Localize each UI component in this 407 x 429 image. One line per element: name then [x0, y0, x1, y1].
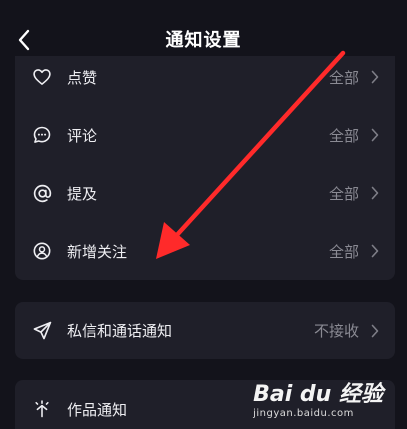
- messages-calls-card: 私信和通话通知 不接收: [15, 302, 395, 359]
- setting-row-mentions[interactable]: 提及 全部: [15, 164, 395, 222]
- notification-settings-screen: 通知设置 点赞 全部 评论 全部 提及 全部 新增关注 全部 私信和通话通知 不…: [0, 0, 407, 429]
- chevron-right-icon: [369, 185, 381, 201]
- setting-row-new-followers[interactable]: 新增关注 全部: [15, 222, 395, 280]
- chevron-right-icon: [369, 243, 381, 259]
- setting-value-messages-calls: 不接收: [313, 322, 359, 340]
- setting-value-comments: 全部: [328, 126, 359, 145]
- setting-label-likes: 点赞: [67, 68, 98, 87]
- user-circle-icon: [31, 240, 53, 262]
- watermark-logo: Bai du 经验: [253, 382, 383, 407]
- send-icon: [31, 320, 53, 342]
- setting-value-new-followers: 全部: [328, 242, 359, 261]
- setting-label-mentions: 提及: [67, 184, 98, 203]
- setting-row-comments[interactable]: 评论 全部: [15, 106, 395, 164]
- setting-label-messages-calls: 私信和通话通知: [67, 322, 173, 340]
- chevron-right-icon: [369, 69, 381, 85]
- chevron-right-icon: [369, 323, 381, 339]
- setting-label-new-followers: 新增关注: [67, 242, 128, 261]
- sparkle-icon: [31, 398, 53, 420]
- watermark-url: jingyan.baidu.com: [253, 408, 354, 419]
- setting-value-mentions: 全部: [328, 184, 359, 203]
- setting-value-likes: 全部: [328, 68, 359, 87]
- setting-row-messages-calls[interactable]: 私信和通话通知 不接收: [15, 302, 395, 359]
- setting-row-likes[interactable]: 点赞 全部: [15, 48, 395, 106]
- nav-bar: 通知设置: [0, 0, 407, 56]
- heart-icon: [31, 66, 53, 88]
- at-icon: [31, 182, 53, 204]
- chevron-right-icon: [369, 127, 381, 143]
- interaction-notifications-card: 点赞 全部 评论 全部 提及 全部 新增关注 全部: [15, 24, 395, 280]
- setting-label-works: 作品通知: [67, 400, 128, 419]
- comment-icon: [31, 124, 53, 146]
- page-title: 通知设置: [165, 30, 242, 51]
- setting-label-comments: 评论: [67, 126, 98, 145]
- baidu-jingyan-watermark: Bai du 经验 jingyan.baidu.com: [253, 382, 383, 420]
